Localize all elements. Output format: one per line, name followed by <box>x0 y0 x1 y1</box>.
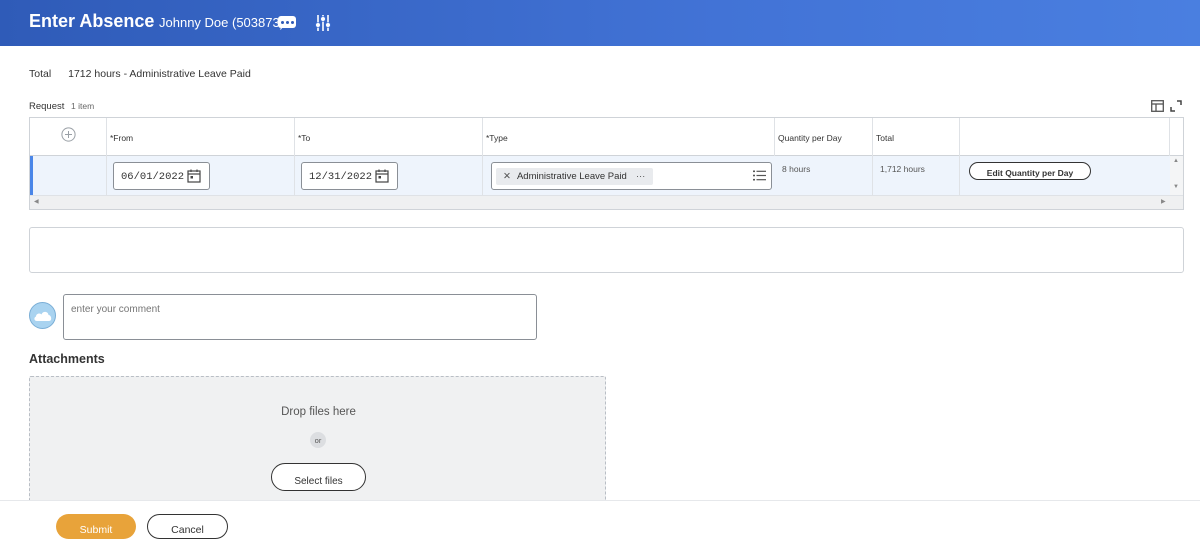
from-date-input[interactable]: 06/01/2022 <box>113 162 210 190</box>
quantity-cell: 8 hours <box>775 156 873 195</box>
settings-sliders-icon[interactable] <box>315 14 331 32</box>
page-title: Enter Absence <box>29 11 155 31</box>
request-label: Request <box>29 101 65 112</box>
calendar-icon[interactable] <box>187 169 201 183</box>
column-header-to: *To <box>295 118 483 156</box>
to-cell: 12/31/2022 <box>295 156 483 195</box>
scroll-left-icon[interactable]: ◀ <box>34 198 39 205</box>
submit-button[interactable]: Submit <box>56 514 136 539</box>
scroll-down-icon[interactable]: ▼ <box>1173 184 1179 190</box>
pill-more-icon[interactable]: ··· <box>636 171 646 182</box>
page-header: Enter Absence Johnny Doe (503873) <box>0 0 1200 46</box>
horizontal-scrollbar[interactable]: ◀ ▶ <box>30 195 1183 209</box>
table-header: *From *To *Type Quantity per Day Total <box>30 118 1183 156</box>
more-icon[interactable] <box>278 16 296 28</box>
table-row: 06/01/2022 12/31/2022 ✕ Administrative L… <box>30 156 1170 195</box>
info-panel <box>29 227 1184 273</box>
file-dropzone[interactable]: Drop files here or Select files <box>29 376 606 506</box>
total-label: Total <box>29 68 52 80</box>
column-header-quantity: Quantity per Day <box>775 118 873 156</box>
column-header-type: *Type <box>483 118 775 156</box>
prompt-list-icon[interactable] <box>753 170 766 181</box>
column-header-action <box>960 118 1170 156</box>
add-row-icon[interactable] <box>61 127 76 142</box>
calendar-icon[interactable] <box>375 169 389 183</box>
type-value: Administrative Leave Paid <box>516 171 627 182</box>
column-layout-icon[interactable] <box>1151 100 1164 112</box>
column-header-from: *From <box>107 118 295 156</box>
from-date-value: 06/01/2022 <box>121 171 185 183</box>
expand-icon[interactable] <box>1170 100 1182 112</box>
scroll-up-icon[interactable]: ▲ <box>1173 158 1179 164</box>
cloud-icon <box>34 311 52 321</box>
or-badge: or <box>310 432 326 448</box>
total-row: Total 1712 hours - Administrative Leave … <box>29 68 251 80</box>
select-files-button[interactable]: Select files <box>271 463 366 491</box>
request-table: *From *To *Type Quantity per Day Total 0… <box>29 117 1184 210</box>
attachments-title: Attachments <box>29 352 105 366</box>
worker-name[interactable]: Johnny Doe (503873) <box>159 15 284 30</box>
vertical-scrollbar[interactable]: ▲ ▼ <box>1170 156 1183 195</box>
to-date-input[interactable]: 12/31/2022 <box>301 162 398 190</box>
remove-icon[interactable]: ✕ <box>503 171 511 182</box>
scroll-right-icon[interactable]: ▶ <box>1161 198 1166 205</box>
from-cell: 06/01/2022 <box>107 156 295 195</box>
footer-bar: Submit Cancel <box>0 500 1200 551</box>
avatar <box>29 302 56 329</box>
request-label-row: Request 1 item <box>29 101 94 112</box>
drop-files-text: Drop files here <box>281 406 356 418</box>
add-row-cell <box>30 118 107 156</box>
cancel-button[interactable]: Cancel <box>147 514 228 539</box>
type-input[interactable]: ✕ Administrative Leave Paid ··· <box>491 162 772 190</box>
edit-quantity-button[interactable]: Edit Quantity per Day <box>969 162 1091 180</box>
request-count: 1 item <box>71 101 95 111</box>
comment-input[interactable] <box>63 294 537 340</box>
to-date-value: 12/31/2022 <box>309 171 373 183</box>
column-header-total: Total <box>873 118 960 156</box>
total-cell: 1,712 hours <box>873 156 960 195</box>
total-value: 1712 hours - Administrative Leave Paid <box>68 68 251 80</box>
type-pill: ✕ Administrative Leave Paid ··· <box>496 168 654 185</box>
row-selector-cell <box>33 156 107 195</box>
